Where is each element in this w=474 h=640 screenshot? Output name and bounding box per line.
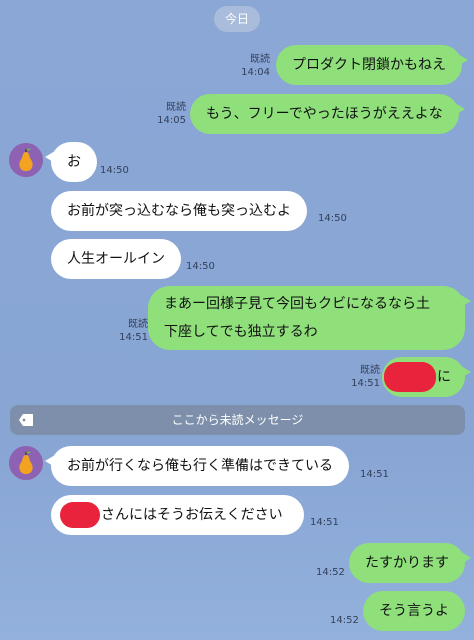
timestamp: 14:52 bbox=[316, 567, 345, 578]
timestamp: 14:04 bbox=[241, 67, 270, 78]
incoming-message[interactable]: お前が行くなら俺も行く準備はできている bbox=[45, 446, 349, 486]
read-receipt: 既読 bbox=[128, 319, 148, 330]
outgoing-message[interactable]: たすかります bbox=[349, 543, 471, 583]
incoming-message[interactable]: 人生オールイン bbox=[51, 239, 181, 279]
redaction-mark bbox=[60, 502, 100, 528]
message-meta: 既読 14:51 bbox=[110, 318, 148, 344]
timestamp: 14:51 bbox=[310, 517, 339, 528]
pear-icon bbox=[9, 143, 43, 177]
pear-icon bbox=[9, 446, 43, 480]
message-text: さんにはそうお伝えください bbox=[101, 507, 283, 523]
timestamp: 14:50 bbox=[100, 165, 129, 176]
message-text: に bbox=[437, 369, 451, 385]
message-meta: 既読 14:51 bbox=[346, 364, 380, 390]
timestamp: 14:05 bbox=[157, 115, 186, 126]
message-line: まあー回様子見て今回もクビになるなら土 bbox=[164, 296, 430, 312]
timestamp: 14:51 bbox=[119, 332, 148, 343]
read-receipt: 既読 bbox=[360, 365, 380, 376]
contact-avatar[interactable] bbox=[9, 143, 43, 177]
timestamp: 14:50 bbox=[318, 213, 347, 224]
contact-avatar[interactable] bbox=[9, 446, 43, 480]
timestamp: 14:51 bbox=[360, 469, 389, 480]
timestamp: 14:52 bbox=[330, 615, 359, 626]
unread-separator: ここから未読メッセージ bbox=[10, 405, 465, 435]
outgoing-message[interactable]: そう言うよ bbox=[363, 591, 465, 631]
message-line: 下座してでも独立するわ bbox=[164, 324, 318, 340]
outgoing-message[interactable]: まあー回様子見て今回もクビになるなら土 下座してでも独立するわ bbox=[148, 286, 471, 350]
read-receipt: 既読 bbox=[250, 54, 270, 65]
incoming-message[interactable]: お bbox=[45, 142, 97, 182]
outgoing-message[interactable]: プロダクト閉鎖かもねえ bbox=[276, 45, 468, 85]
message-meta: 既読 14:04 bbox=[232, 53, 270, 79]
timestamp: 14:50 bbox=[186, 261, 215, 272]
message-meta: 既読 14:05 bbox=[148, 101, 186, 127]
tag-icon bbox=[19, 414, 33, 426]
redaction-mark bbox=[384, 362, 436, 392]
timestamp: 14:51 bbox=[351, 378, 380, 389]
read-receipt: 既読 bbox=[166, 102, 186, 113]
outgoing-message[interactable]: もう、フリーでやったほうがええよな bbox=[190, 94, 465, 134]
date-separator: 今日 bbox=[214, 6, 260, 32]
incoming-message[interactable]: お前が突っ込むなら俺も突っ込むよ bbox=[51, 191, 307, 231]
